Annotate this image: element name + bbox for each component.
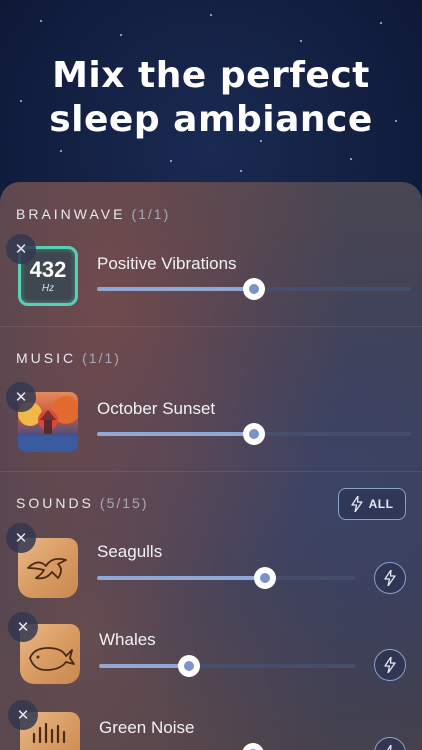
section-count-brainwave: (1/1) xyxy=(131,206,171,222)
hz-number: 432 xyxy=(29,256,67,282)
slider-knob[interactable] xyxy=(241,743,264,750)
brainwave-volume-slider[interactable] xyxy=(97,278,411,300)
boost-all-button[interactable]: ALL xyxy=(338,488,406,520)
remove-seagulls-button[interactable]: ✕ xyxy=(6,523,36,553)
section-header-sounds: SOUNDS (5/15) xyxy=(16,495,148,511)
whales-title: Whales xyxy=(99,630,156,649)
section-label-sounds: SOUNDS xyxy=(16,495,94,511)
lightning-bolt-icon xyxy=(384,570,396,586)
boost-green-noise-button[interactable] xyxy=(374,737,406,750)
boost-seagulls-button[interactable] xyxy=(374,562,406,594)
section-header-brainwave: BRAINWAVE (1/1) xyxy=(16,206,170,222)
headline-line-2: sleep ambiance xyxy=(49,99,373,140)
music-title: October Sunset xyxy=(97,399,216,418)
close-icon: ✕ xyxy=(14,530,28,547)
slider-fill xyxy=(97,576,265,580)
slider-fill xyxy=(99,664,189,668)
remove-brainwave-button[interactable]: ✕ xyxy=(6,234,36,264)
divider xyxy=(0,471,422,472)
slider-fill xyxy=(97,287,254,291)
headline-line-1: Mix the perfect xyxy=(52,55,370,96)
boost-whales-button[interactable] xyxy=(374,649,406,681)
close-icon: ✕ xyxy=(16,707,30,724)
music-volume-slider[interactable] xyxy=(97,423,411,445)
whales-volume-slider[interactable] xyxy=(99,655,355,677)
seagulls-title: Seagulls xyxy=(97,542,163,561)
hz-unit: Hz xyxy=(41,282,55,294)
slider-knob[interactable] xyxy=(177,655,200,677)
lightning-bolt-icon xyxy=(386,745,392,750)
divider xyxy=(0,326,422,327)
remove-green-noise-button[interactable]: ✕ xyxy=(8,700,38,730)
lightning-bolt-icon xyxy=(384,657,396,673)
slider-knob[interactable] xyxy=(243,278,265,300)
brainwave-title: Positive Vibrations xyxy=(97,254,237,273)
section-count-sounds: (5/15) xyxy=(99,495,149,511)
slider-knob[interactable] xyxy=(253,567,276,589)
lightning-bolt-icon xyxy=(350,496,363,512)
close-icon: ✕ xyxy=(14,389,28,406)
section-label-brainwave: BRAINWAVE xyxy=(16,206,126,222)
mixer-panel: BRAINWAVE (1/1) 432 Hz ✕ Positive Vibrati… xyxy=(0,182,422,750)
green-noise-title: Green Noise xyxy=(99,718,195,737)
remove-whales-button[interactable]: ✕ xyxy=(8,612,38,642)
remove-music-button[interactable]: ✕ xyxy=(6,382,36,412)
boost-all-label: ALL xyxy=(368,497,394,511)
close-icon: ✕ xyxy=(14,241,28,258)
slider-fill xyxy=(97,432,254,436)
headline: Mix the perfect sleep ambiance xyxy=(0,54,422,142)
seagulls-volume-slider[interactable] xyxy=(97,567,355,589)
section-header-music: MUSIC (1/1) xyxy=(16,350,121,366)
close-icon: ✕ xyxy=(16,619,30,636)
section-count-music: (1/1) xyxy=(82,350,121,366)
slider-knob[interactable] xyxy=(243,423,265,445)
section-label-music: MUSIC xyxy=(16,350,77,366)
